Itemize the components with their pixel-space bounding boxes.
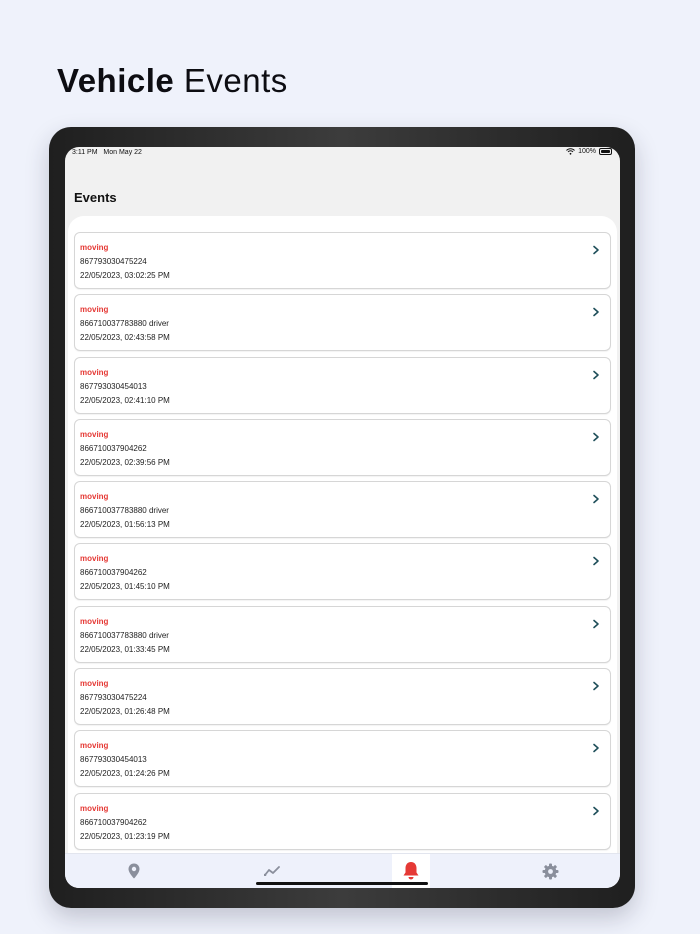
chevron-right-icon[interactable]: [592, 619, 600, 629]
gear-icon: [542, 863, 558, 879]
event-status: moving: [80, 367, 109, 377]
event-device-id: 866710037783880 driver: [80, 319, 169, 329]
tablet-screen: 3:11 PM Mon May 22 100% Events moving 867…: [65, 147, 620, 888]
event-status: moving: [80, 492, 109, 502]
event-timestamp: 22/05/2023, 01:23:19 PM: [80, 831, 170, 841]
event-timestamp: 22/05/2023, 01:33:45 PM: [80, 644, 170, 654]
tab-settings[interactable]: [481, 854, 619, 888]
event-card[interactable]: moving 866710037783880 driver 22/05/2023, …: [74, 481, 611, 539]
battery-icon: [599, 148, 612, 155]
event-status: moving: [80, 679, 109, 689]
event-card[interactable]: moving 866710037783880 driver 22/05/2023, …: [74, 605, 611, 663]
event-device-id: 866710037904262: [80, 817, 147, 827]
event-card[interactable]: moving 867793030454013 22/05/2023, 01:24:2…: [74, 730, 611, 788]
event-status: moving: [80, 305, 109, 315]
event-device-id: 867793030475224: [80, 257, 147, 266]
event-card[interactable]: moving 866710037904262 22/05/2023, 01:23:1…: [74, 792, 611, 850]
bell-icon: [403, 862, 419, 880]
chevron-right-icon[interactable]: [592, 370, 600, 380]
chevron-right-icon[interactable]: [592, 681, 600, 691]
chevron-right-icon[interactable]: [592, 432, 600, 442]
event-status: moving: [80, 429, 109, 439]
event-device-id: 867793030454013: [80, 381, 147, 391]
event-status: moving: [80, 243, 109, 252]
event-card[interactable]: moving 867793030475224 22/05/2023, 01:26:4…: [74, 668, 611, 726]
event-timestamp: 22/05/2023, 02:41:10 PM: [80, 395, 170, 405]
chevron-right-icon[interactable]: [592, 245, 600, 255]
event-device-id: 866710037783880 driver: [80, 630, 169, 640]
wifi-icon: [566, 148, 575, 155]
event-card[interactable]: moving 866710037783880 driver 22/05/2023, …: [74, 294, 611, 352]
chevron-right-icon[interactable]: [592, 806, 600, 816]
events-panel: moving 867793030475224 22/05/2023, 03:02:2…: [68, 216, 617, 888]
event-status: moving: [80, 616, 109, 626]
event-device-id: 866710037904262: [80, 568, 147, 578]
tab-map[interactable]: [65, 854, 203, 888]
chevron-right-icon[interactable]: [592, 307, 600, 317]
chevron-right-icon[interactable]: [592, 556, 600, 566]
chevron-right-icon[interactable]: [592, 494, 600, 504]
home-indicator: [256, 882, 428, 885]
page-title: Events: [74, 190, 117, 205]
event-device-id: 867793030454013: [80, 755, 147, 765]
status-time: 3:11 PM: [72, 149, 98, 156]
headline-bold: Vehicle: [57, 62, 175, 99]
event-card[interactable]: moving 866710037904262 22/05/2023, 01:45:1…: [74, 543, 611, 601]
event-status: moving: [80, 741, 109, 751]
event-timestamp: 22/05/2023, 03:02:25 PM: [80, 271, 170, 280]
status-date: Mon May 22: [103, 149, 142, 156]
trend-line-icon: [264, 866, 280, 876]
event-device-id: 866710037904262: [80, 443, 147, 453]
event-timestamp: 22/05/2023, 01:24:26 PM: [80, 769, 170, 779]
event-timestamp: 22/05/2023, 01:45:10 PM: [80, 582, 170, 592]
event-list: moving 867793030475224 22/05/2023, 03:02:2…: [74, 232, 611, 855]
tab-bar: [65, 853, 620, 888]
event-timestamp: 22/05/2023, 01:56:13 PM: [80, 520, 170, 530]
event-timestamp: 22/05/2023, 01:26:48 PM: [80, 707, 170, 717]
headline-light: Events: [183, 62, 288, 99]
event-card[interactable]: moving 867793030454013 22/05/2023, 02:41:1…: [74, 356, 611, 414]
status-bar: 3:11 PM Mon May 22 100%: [65, 147, 620, 159]
battery-percent: 100%: [578, 148, 596, 155]
event-card[interactable]: moving 867793030475224 22/05/2023, 03:02:2…: [74, 232, 611, 289]
chevron-right-icon[interactable]: [592, 743, 600, 753]
event-card[interactable]: moving 866710037904262 22/05/2023, 02:39:5…: [74, 418, 611, 476]
map-pin-icon: [128, 863, 140, 879]
event-device-id: 866710037783880 driver: [80, 506, 169, 516]
event-status: moving: [80, 554, 109, 564]
event-device-id: 867793030475224: [80, 693, 147, 703]
page-headline: Vehicle Events: [57, 60, 288, 102]
event-timestamp: 22/05/2023, 02:43:58 PM: [80, 333, 170, 343]
event-timestamp: 22/05/2023, 02:39:56 PM: [80, 457, 170, 467]
event-status: moving: [80, 803, 109, 813]
